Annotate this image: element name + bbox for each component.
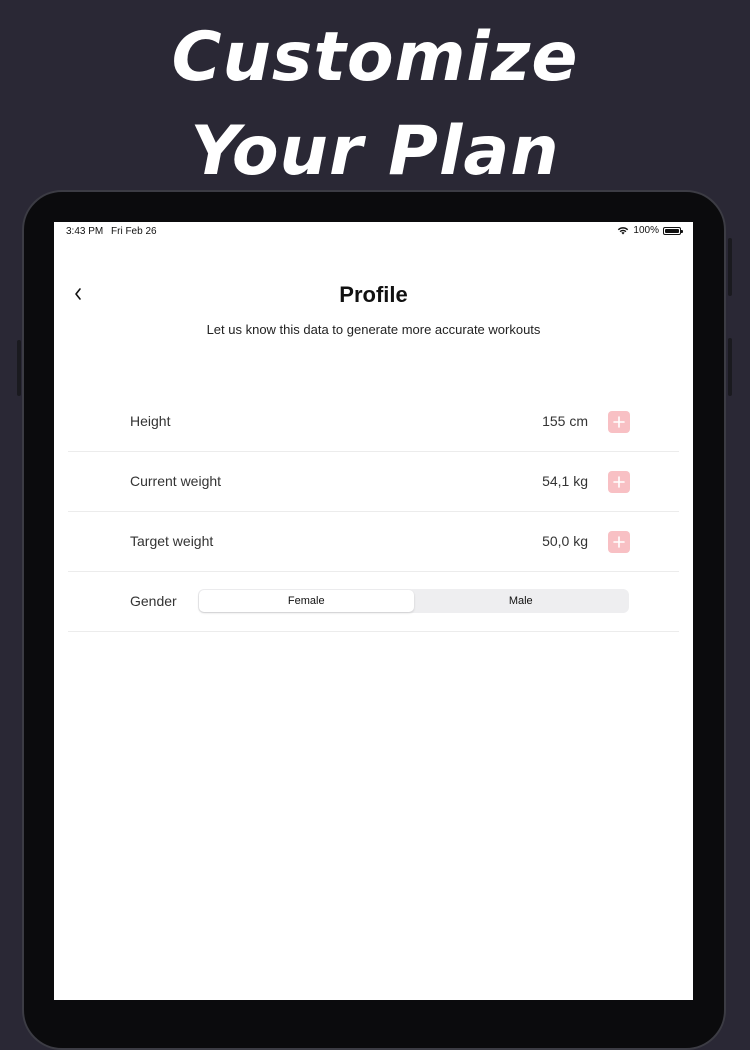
height-label: Height	[130, 413, 171, 429]
device-volume-down-button	[728, 338, 732, 396]
current-weight-label: Current weight	[130, 473, 222, 489]
gender-row: Gender Female Male	[68, 572, 679, 632]
wifi-icon	[617, 226, 629, 235]
target-weight-value: 50,0 kg	[542, 533, 588, 549]
page-subtitle: Let us know this data to generate more a…	[206, 322, 541, 337]
status-time: 3:43 PM	[66, 226, 104, 237]
device-volume-up-button	[728, 238, 732, 296]
gender-option-male[interactable]: Male	[414, 590, 629, 612]
status-date: Fri Feb 26	[111, 226, 157, 237]
page-title: Profile	[339, 282, 408, 307]
current-weight-add-button[interactable]	[608, 471, 630, 493]
target-weight-row: Target weight 50,0 kg	[68, 512, 679, 572]
plus-icon	[613, 416, 625, 428]
target-weight-add-button[interactable]	[608, 531, 630, 553]
headline-line-2: Your Plan	[190, 112, 560, 191]
device-side-button	[17, 340, 21, 396]
plus-icon	[613, 536, 625, 548]
gender-label: Gender	[130, 593, 177, 609]
status-indicators: 100%	[617, 225, 683, 236]
battery-percent: 100%	[633, 225, 659, 236]
current-weight-value: 54,1 kg	[542, 473, 588, 489]
plus-icon	[613, 476, 625, 488]
height-add-button[interactable]	[608, 411, 630, 433]
gender-segmented-control: Female Male	[198, 589, 629, 613]
tablet-screen: 3:43 PM Fri Feb 26 100% Profile Let us k…	[54, 222, 693, 1000]
profile-list: Height 155 cm Current weight 54,1 kg Tar…	[68, 392, 679, 632]
battery-icon	[663, 226, 683, 235]
height-value: 155 cm	[542, 413, 588, 429]
target-weight-label: Target weight	[130, 533, 214, 549]
height-row: Height 155 cm	[68, 392, 679, 452]
headline-line-1: Customize	[171, 18, 579, 97]
gender-option-female[interactable]: Female	[199, 590, 414, 612]
status-bar: 3:43 PM Fri Feb 26 100%	[54, 222, 693, 242]
current-weight-row: Current weight 54,1 kg	[68, 452, 679, 512]
